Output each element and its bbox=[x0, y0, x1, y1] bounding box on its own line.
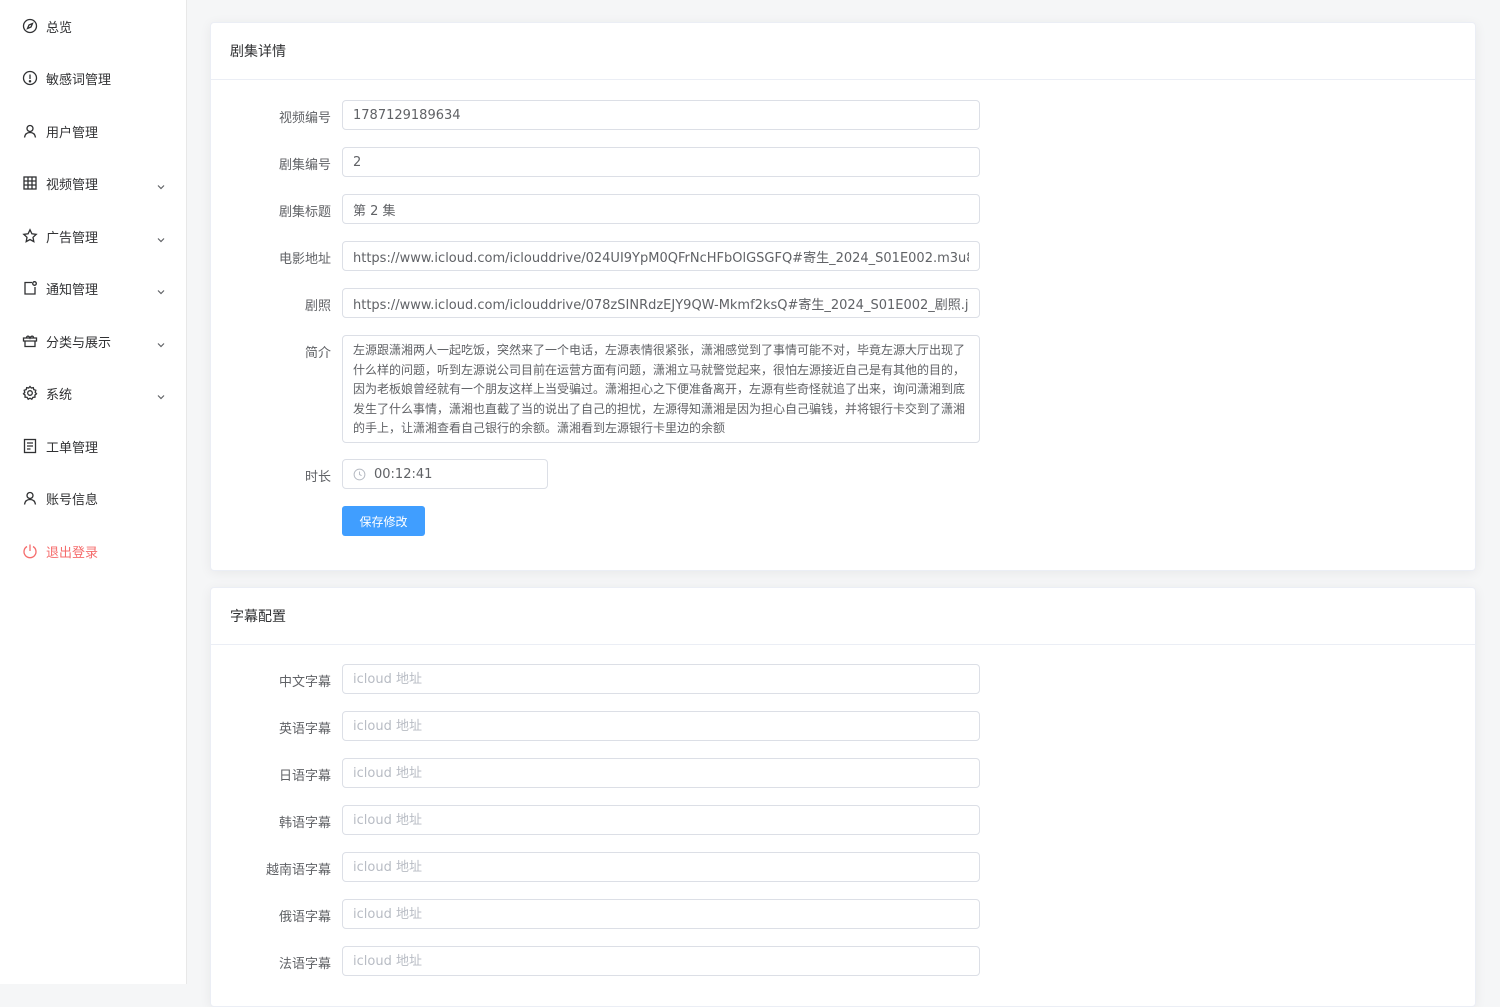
sidebar-item-ads[interactable]: 广告管理 bbox=[0, 216, 186, 256]
video-id-input[interactable] bbox=[342, 100, 980, 130]
chinese-subtitle-input[interactable] bbox=[342, 664, 980, 694]
save-button[interactable]: 保存修改 bbox=[342, 506, 425, 536]
episode-details-card: 剧集详情 视频编号 剧集编号 剧集标题 电影地址 剧照 简介 左源跟潇湘两人一起… bbox=[210, 22, 1476, 571]
duration-value: 00:12:41 bbox=[374, 466, 433, 482]
chevron-down-icon bbox=[156, 282, 166, 295]
sidebar-item-system[interactable]: 系统 bbox=[0, 373, 186, 413]
episode-title-input[interactable] bbox=[342, 194, 980, 224]
sidebar-item-logout[interactable]: 退出登录 bbox=[0, 531, 186, 571]
form-label: 时长 bbox=[304, 470, 331, 485]
gear-icon bbox=[22, 385, 38, 401]
warning-circle-icon bbox=[22, 70, 38, 86]
episode-number-input[interactable] bbox=[342, 147, 980, 177]
sidebar-item-sensitive-words[interactable]: 敏感词管理 bbox=[0, 58, 186, 98]
sidebar-item-notifications[interactable]: 通知管理 bbox=[0, 268, 186, 308]
box-icon bbox=[22, 333, 38, 349]
form-label: 简介 bbox=[304, 346, 331, 361]
chevron-down-icon bbox=[156, 387, 166, 400]
sidebar-item-categories[interactable]: 分类与展示 bbox=[0, 321, 186, 361]
sidebar-item-videos[interactable]: 视频管理 bbox=[0, 163, 186, 203]
form-label: 越南语字幕 bbox=[265, 863, 331, 878]
subtitle-config-card: 字幕配置 中文字幕 英语字幕 日语字幕 韩语字幕 越南语字幕 俄语字幕 法语字幕 bbox=[210, 587, 1476, 1007]
card-title: 剧集详情 bbox=[211, 23, 1475, 80]
document-icon bbox=[22, 438, 38, 454]
sidebar-item-label: 账号信息 bbox=[46, 492, 99, 508]
form-label: 中文字幕 bbox=[278, 675, 331, 690]
form-label: 法语字幕 bbox=[278, 957, 331, 972]
notification-icon bbox=[22, 280, 38, 296]
synopsis-textarea[interactable]: 左源跟潇湘两人一起吃饭，突然来了一个电话，左源表情很紧张，潇湘感觉到了事情可能不… bbox=[342, 335, 980, 443]
form-label: 日语字幕 bbox=[278, 769, 331, 784]
chevron-down-icon bbox=[156, 177, 166, 190]
japanese-subtitle-input[interactable] bbox=[342, 758, 980, 788]
sidebar-item-overview[interactable]: 总览 bbox=[0, 6, 186, 46]
form-label: 俄语字幕 bbox=[278, 910, 331, 925]
sidebar-item-label: 用户管理 bbox=[46, 125, 99, 141]
card-title: 字幕配置 bbox=[211, 588, 1475, 645]
still-url-input[interactable] bbox=[342, 288, 980, 318]
chevron-down-icon bbox=[156, 335, 166, 348]
sidebar-item-tickets[interactable]: 工单管理 bbox=[0, 426, 186, 466]
form-label: 韩语字幕 bbox=[278, 816, 331, 831]
user-icon bbox=[22, 123, 38, 139]
sidebar-item-label: 通知管理 bbox=[46, 282, 99, 298]
form-label: 电影地址 bbox=[278, 252, 331, 267]
chevron-down-icon bbox=[156, 230, 166, 243]
power-icon bbox=[22, 543, 38, 559]
english-subtitle-input[interactable] bbox=[342, 711, 980, 741]
french-subtitle-input[interactable] bbox=[342, 946, 980, 976]
sidebar-item-users[interactable]: 用户管理 bbox=[0, 111, 186, 151]
form-label: 剧照 bbox=[304, 299, 331, 314]
user-icon bbox=[22, 490, 38, 506]
korean-subtitle-input[interactable] bbox=[342, 805, 980, 835]
compass-icon bbox=[22, 18, 38, 34]
sidebar-item-label: 敏感词管理 bbox=[46, 72, 112, 88]
sidebar: 总览 敏感词管理 用户管理 视频管理 广告管理 通知管理 分类与展示 系统 工单… bbox=[0, 0, 187, 984]
sidebar-item-label: 视频管理 bbox=[46, 177, 99, 193]
form-label: 剧集标题 bbox=[278, 205, 331, 220]
star-icon bbox=[22, 228, 38, 244]
sidebar-item-label: 工单管理 bbox=[46, 440, 99, 456]
duration-time-picker[interactable]: 00:12:41 bbox=[342, 459, 548, 489]
form-label: 视频编号 bbox=[278, 111, 331, 126]
sidebar-item-label: 退出登录 bbox=[46, 545, 99, 561]
sidebar-item-label: 总览 bbox=[46, 20, 73, 36]
sidebar-item-label: 系统 bbox=[46, 387, 73, 403]
movie-url-input[interactable] bbox=[342, 241, 980, 271]
vietnamese-subtitle-input[interactable] bbox=[342, 852, 980, 882]
sidebar-item-account[interactable]: 账号信息 bbox=[0, 478, 186, 518]
sidebar-item-label: 广告管理 bbox=[46, 230, 99, 246]
clock-icon bbox=[353, 468, 366, 480]
form-label: 剧集编号 bbox=[278, 158, 331, 173]
form-label: 英语字幕 bbox=[278, 722, 331, 737]
sidebar-item-label: 分类与展示 bbox=[46, 335, 112, 351]
russian-subtitle-input[interactable] bbox=[342, 899, 980, 929]
grid-icon bbox=[22, 175, 38, 191]
